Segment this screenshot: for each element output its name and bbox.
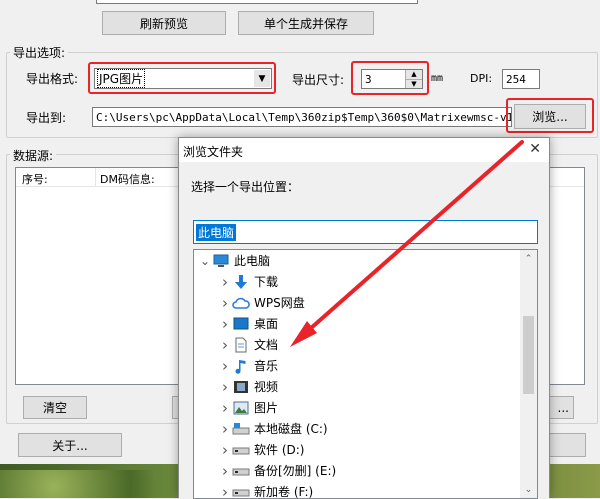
tree-item-label: 本地磁盘 (C:) bbox=[254, 420, 328, 437]
dpi-label: DPI: bbox=[470, 72, 492, 85]
datasource-legend: 数据源: bbox=[10, 147, 56, 164]
tree-item[interactable]: › 音乐 bbox=[194, 355, 278, 376]
export-path-input[interactable]: C:\Users\pc\AppData\Local\Temp\360zip$Te… bbox=[92, 107, 512, 127]
folder-name-input[interactable]: 此电脑 bbox=[193, 220, 538, 244]
col-dm-header[interactable]: DM码信息: bbox=[100, 171, 155, 187]
about-button[interactable]: 关于... bbox=[18, 433, 122, 457]
drive-icon bbox=[232, 484, 250, 499]
download-icon bbox=[232, 274, 250, 290]
chevron-right-icon[interactable]: › bbox=[218, 294, 232, 312]
close-icon[interactable]: ✕ bbox=[529, 141, 541, 157]
picture-icon bbox=[232, 400, 250, 416]
drive-c-icon bbox=[232, 421, 250, 437]
size-highlight bbox=[351, 61, 429, 95]
drive-icon bbox=[232, 442, 250, 458]
chevron-right-icon[interactable]: › bbox=[218, 315, 232, 333]
tree-item-label: 音乐 bbox=[254, 357, 278, 374]
generate-save-button[interactable]: 单个生成并保存 bbox=[238, 11, 374, 35]
folder-tree[interactable]: ⌄此电脑›下载›WPS网盘›桌面›文档›音乐›视频›图片›本地磁盘 (C:)›软… bbox=[193, 249, 538, 499]
chevron-right-icon[interactable]: › bbox=[218, 483, 232, 499]
tree-item[interactable]: › 桌面 bbox=[194, 313, 278, 334]
tree-scrollbar[interactable]: ⌃ ⌄ bbox=[520, 250, 537, 498]
tree-item-label: 图片 bbox=[254, 399, 278, 416]
browse-highlight bbox=[506, 98, 594, 133]
tree-item[interactable]: › 软件 (D:) bbox=[194, 439, 304, 460]
dialog-title: 浏览文件夹 bbox=[183, 143, 243, 160]
chevron-down-icon[interactable]: ⌄ bbox=[198, 254, 212, 268]
music-icon bbox=[232, 358, 250, 374]
scroll-down-icon[interactable]: ⌄ bbox=[520, 481, 537, 498]
desktop-icon bbox=[232, 316, 250, 332]
tree-item-label: 备份[勿删] (E:) bbox=[254, 462, 336, 479]
scroll-up-icon[interactable]: ⌃ bbox=[520, 250, 537, 267]
chevron-right-icon[interactable]: › bbox=[218, 441, 232, 459]
dialog-titlebar: 浏览文件夹 ✕ bbox=[179, 138, 549, 162]
clear-button[interactable]: 清空 bbox=[23, 396, 87, 419]
tree-item-label: 此电脑 bbox=[234, 252, 270, 269]
tree-item[interactable]: › 文档 bbox=[194, 334, 278, 355]
format-highlight bbox=[88, 62, 276, 94]
top-partial-field bbox=[96, 0, 418, 4]
tree-item-label: 桌面 bbox=[254, 315, 278, 332]
size-label: 导出尺寸: bbox=[292, 71, 344, 88]
tree-item-label: 文档 bbox=[254, 336, 278, 353]
tree-item-this-pc[interactable]: ⌄ 此电脑 bbox=[194, 250, 270, 271]
computer-icon bbox=[212, 253, 230, 269]
export-options-legend: 导出选项: bbox=[10, 44, 68, 61]
browse-folder-dialog: 浏览文件夹 ✕ 选择一个导出位置： 此电脑 ⌄此电脑›下载›WPS网盘›桌面›文… bbox=[178, 137, 550, 498]
chevron-right-icon[interactable]: › bbox=[218, 357, 232, 375]
tree-item[interactable]: › WPS网盘 bbox=[194, 292, 305, 313]
video-icon bbox=[232, 379, 250, 395]
tree-item[interactable]: › 视频 bbox=[194, 376, 278, 397]
refresh-preview-button[interactable]: 刷新预览 bbox=[102, 11, 226, 35]
dialog-prompt: 选择一个导出位置： bbox=[191, 178, 299, 195]
tree-item[interactable]: › 备份[勿删] (E:) bbox=[194, 460, 336, 481]
tree-item[interactable]: › 本地磁盘 (C:) bbox=[194, 418, 328, 439]
drive-icon bbox=[232, 463, 250, 479]
chevron-right-icon[interactable]: › bbox=[218, 420, 232, 438]
dialog-body: 选择一个导出位置： 此电脑 ⌄此电脑›下载›WPS网盘›桌面›文档›音乐›视频›… bbox=[179, 162, 549, 499]
dpi-input[interactable]: 254 bbox=[502, 69, 540, 89]
tree-item[interactable]: › 新加卷 (F:) bbox=[194, 481, 313, 499]
folder-tree-rows: ⌄此电脑›下载›WPS网盘›桌面›文档›音乐›视频›图片›本地磁盘 (C:)›软… bbox=[194, 250, 520, 499]
cloud-icon bbox=[232, 295, 250, 311]
col-divider bbox=[95, 168, 96, 186]
chevron-right-icon[interactable]: › bbox=[218, 336, 232, 354]
path-label: 导出到: bbox=[26, 109, 66, 126]
size-unit: mm bbox=[431, 73, 443, 84]
scroll-thumb[interactable] bbox=[523, 316, 534, 394]
tree-item-label: 软件 (D:) bbox=[254, 441, 304, 458]
tree-item[interactable]: › 下载 bbox=[194, 271, 278, 292]
tree-item-label: 视频 bbox=[254, 378, 278, 395]
tree-item-label: WPS网盘 bbox=[254, 294, 305, 311]
tree-item-label: 新加卷 (F:) bbox=[254, 483, 313, 499]
tree-item[interactable]: › 图片 bbox=[194, 397, 278, 418]
folder-name-value: 此电脑 bbox=[196, 224, 236, 241]
chevron-right-icon[interactable]: › bbox=[218, 399, 232, 417]
document-icon bbox=[232, 337, 250, 353]
desktop-foliage bbox=[0, 470, 180, 498]
col-index-header[interactable]: 序号: bbox=[22, 171, 48, 187]
format-label: 导出格式: bbox=[26, 70, 78, 87]
chevron-right-icon[interactable]: › bbox=[218, 462, 232, 480]
chevron-right-icon[interactable]: › bbox=[218, 378, 232, 396]
chevron-right-icon[interactable]: › bbox=[218, 273, 232, 291]
tree-item-label: 下载 bbox=[254, 273, 278, 290]
